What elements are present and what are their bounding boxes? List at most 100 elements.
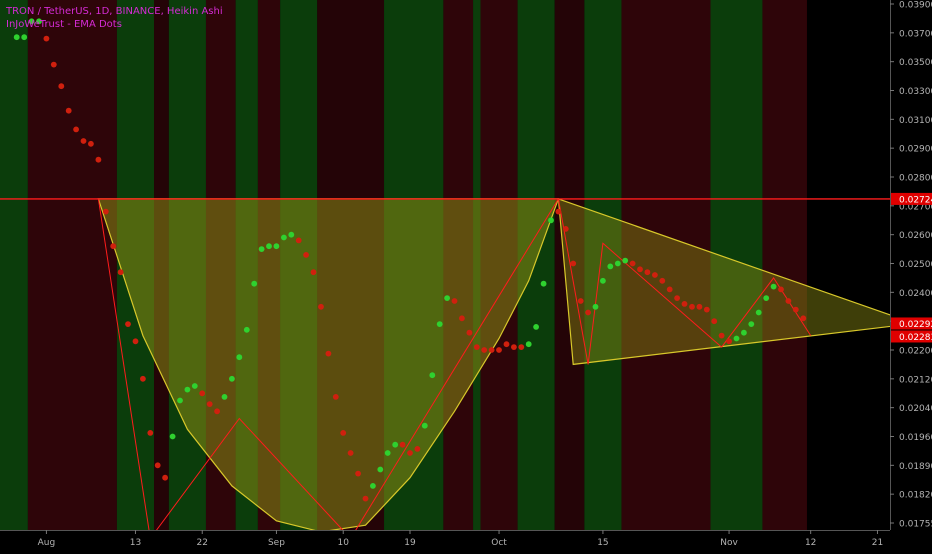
ema-dot-green [614, 260, 621, 267]
price-tick-label: 0.01755 [899, 520, 932, 530]
ema-dot-red [681, 301, 688, 307]
price-tick-label: 0.02800 [899, 174, 932, 184]
ema-dot-red [459, 315, 465, 322]
ema-dot-red [43, 35, 50, 42]
time-tick-label: Aug [38, 538, 56, 548]
band-red [27, 0, 117, 530]
symbol-title[interactable]: TRON / TetherUS, 1D, BINANCE, Heikin Ash… [6, 5, 223, 18]
price-tick-label: 0.02200 [899, 347, 932, 357]
time-axis[interactable]: Aug 13 22 Sep 10 19 Oct 15 Nov 12 21 [0, 530, 890, 550]
chart-area[interactable]: 0.03900 0.03700 0.03500 0.03300 0.03100 0.029… [0, 0, 932, 550]
ema-dot-red [132, 338, 139, 345]
ema-dot-green [525, 341, 532, 348]
time-tick-label: 22 [197, 538, 208, 548]
price-tick-label: 0.02600 [899, 231, 932, 241]
ema-dot-red [637, 266, 643, 273]
band-red [762, 0, 807, 530]
ema-dot-green [13, 34, 20, 41]
ema-dot-green [21, 34, 28, 41]
ema-dot-green [444, 295, 450, 301]
ema-dot-green [221, 394, 228, 400]
ema-dot-green [421, 422, 428, 429]
price-tick-label: 0.02120 [899, 375, 932, 385]
ema-dot-green [288, 231, 295, 238]
ema-dot-red [496, 347, 502, 353]
ema-dot-red [407, 450, 413, 456]
ema-dot-red [778, 286, 784, 293]
price-tick-label: 0.03700 [899, 29, 932, 39]
ema-dot-red [95, 156, 102, 163]
ema-dot-green [741, 329, 747, 336]
ema-dot-red [325, 350, 332, 357]
ema-dot-red [355, 470, 361, 477]
ema-dot-red [503, 341, 510, 348]
price-tick-label: 0.02400 [899, 289, 932, 299]
ema-dot-green [607, 263, 614, 270]
ema-dot-red [347, 450, 354, 456]
price-tick-label: 0.02900 [899, 145, 932, 155]
ema-dot-green [384, 450, 391, 456]
price-badge-label: 0.02292 [899, 320, 932, 330]
ema-dot-red [140, 375, 146, 382]
price-tick-label: 0.01890 [899, 462, 932, 472]
ema-dot-red [674, 295, 680, 301]
time-tick-label: 12 [805, 538, 816, 548]
ema-dot-red [295, 237, 302, 244]
time-tick-label: Sep [268, 538, 285, 548]
ema-dot-red [518, 344, 525, 350]
ema-dot-red [154, 462, 161, 469]
ema-dot-green [184, 386, 191, 393]
ema-dot-red [110, 243, 117, 250]
ema-dot-green [370, 483, 376, 489]
ema-dot-green [281, 234, 287, 241]
price-tick-label: 0.03300 [899, 87, 932, 97]
ema-dot-red [689, 303, 695, 310]
ema-dot-red [666, 286, 673, 293]
price-axis[interactable]: 0.03900 0.03700 0.03500 0.03300 0.03100 0.029… [890, 0, 932, 550]
ema-dot-red [162, 474, 169, 481]
ema-dot-red [703, 306, 710, 313]
indicator-title[interactable]: InJoWeTrust - EMA Dots [6, 18, 223, 31]
ema-dot-red [318, 303, 324, 310]
price-tick-label: 0.01960 [899, 433, 932, 443]
ema-dot-red [488, 347, 495, 353]
ema-dot-green [243, 326, 250, 333]
ema-dot-green [592, 303, 599, 310]
ema-dot-green [733, 335, 740, 342]
ema-dot-red [585, 309, 591, 316]
time-tick-label: Oct [491, 538, 507, 548]
ema-dot-green [770, 283, 777, 290]
ema-dot-red [117, 269, 124, 276]
ema-dot-red [711, 318, 718, 325]
ema-dot-red [562, 226, 569, 232]
price-badge-label: 0.02283 [899, 333, 932, 343]
price-tick-label: 0.01820 [899, 491, 932, 501]
ema-dot-green [748, 321, 755, 327]
ema-dot-red [800, 315, 807, 322]
ema-dot-red [718, 332, 725, 339]
ema-dot-red [451, 298, 458, 304]
ema-dot-green [755, 309, 762, 316]
ema-dot-green [600, 277, 606, 284]
chart-legend: TRON / TetherUS, 1D, BINANCE, Heikin Ash… [6, 5, 223, 31]
ema-dot-red [88, 140, 94, 147]
ema-dot-red [555, 208, 562, 215]
ema-dot-green [540, 280, 547, 287]
ema-dot-red [206, 401, 213, 407]
price-tick-label: 0.02500 [899, 260, 932, 270]
chart-svg[interactable]: 0.03900 0.03700 0.03500 0.03300 0.03100 0.029… [0, 0, 932, 550]
time-tick-label: 10 [337, 538, 349, 548]
ema-dot-red [199, 390, 206, 397]
ema-dot-green [436, 321, 443, 327]
ema-dot-red [644, 269, 651, 276]
time-tick-label: Nov [720, 538, 738, 548]
time-tick-label: 15 [597, 538, 608, 548]
ema-dot-red [147, 430, 154, 436]
time-tick-label: 21 [872, 538, 883, 548]
band-green [0, 0, 28, 530]
ema-dot-red [50, 61, 57, 68]
ema-dot-green [548, 217, 554, 224]
ema-dot-red [310, 269, 317, 276]
price-badge-label: 0.02724 [899, 195, 932, 205]
ema-dot-green [392, 441, 399, 448]
